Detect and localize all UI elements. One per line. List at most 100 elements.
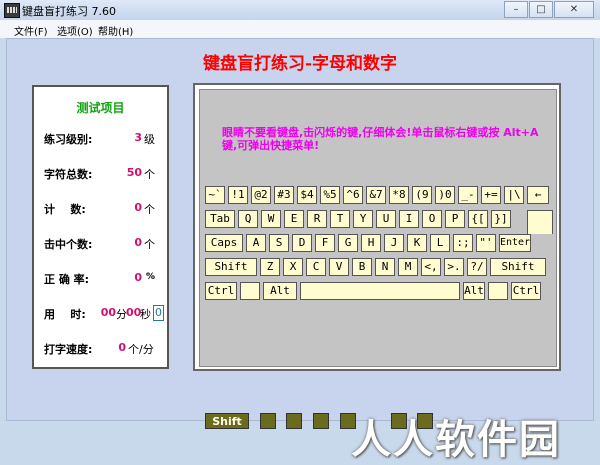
key-symbol[interactable]: "' <box>476 234 496 252</box>
window-title: 键盘盲打练习 7.60 <box>22 5 116 18</box>
count-value: 0 <box>134 201 142 214</box>
key-Tab[interactable]: Tab <box>205 210 235 228</box>
time-minutes: 00 <box>100 306 116 319</box>
hits-value: 0 <box>134 236 142 249</box>
key-8[interactable]: *8 <box>389 186 409 204</box>
key-H[interactable]: H <box>361 234 381 252</box>
key-Ctrl[interactable]: Ctrl <box>511 282 541 300</box>
key-S[interactable]: S <box>269 234 289 252</box>
key-Enter[interactable]: Enter <box>499 234 531 252</box>
menu-file[interactable]: 文件(F) <box>14 23 48 38</box>
key-Alt[interactable]: Alt <box>263 282 297 300</box>
level-label: 练习级别: <box>44 133 93 146</box>
time-seconds: 00 <box>126 306 142 319</box>
page-title: 键盘盲打练习-字母和数字 <box>202 54 398 74</box>
count-unit: 个 <box>144 203 155 216</box>
key-Z[interactable]: Z <box>260 258 280 276</box>
minimize-button[interactable]: – <box>504 1 528 18</box>
key-symbol[interactable]: ← <box>527 186 549 204</box>
key-Q[interactable]: Q <box>238 210 258 228</box>
key-C[interactable]: C <box>306 258 326 276</box>
key-G[interactable]: G <box>338 234 358 252</box>
key-L[interactable]: L <box>430 234 450 252</box>
instruction-text: 眼睛不要看键盘,击闪烁的键,仔细体会!单击鼠标右键或按 Alt+A 键,可弹出快… <box>222 126 539 152</box>
level-value: 3 <box>134 131 142 144</box>
key-1[interactable]: !1 <box>228 186 248 204</box>
key-J[interactable]: J <box>384 234 404 252</box>
speed-value: 0 <box>118 341 126 354</box>
key-K[interactable]: K <box>407 234 427 252</box>
key-Caps[interactable]: Caps <box>205 234 243 252</box>
enter-key-top[interactable] <box>527 210 553 234</box>
close-button[interactable]: ✕ <box>554 1 594 18</box>
menu-bar: 文件(F) 选项(O) 帮助(H) <box>0 20 600 39</box>
key-symbol[interactable]: <, <box>421 258 441 276</box>
key-symbol[interactable]: :; <box>453 234 473 252</box>
key-symbol[interactable]: >. <box>444 258 464 276</box>
key-2[interactable]: @2 <box>251 186 271 204</box>
key-blank[interactable] <box>240 282 260 300</box>
keyboard-app-icon <box>4 3 20 18</box>
key-V[interactable]: V <box>329 258 349 276</box>
key-symbol[interactable]: ?/ <box>467 258 487 276</box>
key-0[interactable]: )0 <box>435 186 455 204</box>
hits-unit: 个 <box>144 238 155 251</box>
key-N[interactable]: N <box>375 258 395 276</box>
total-chars-value: 50 <box>126 166 142 179</box>
key-W[interactable]: W <box>261 210 281 228</box>
key-symbol[interactable]: += <box>481 186 501 204</box>
key-7[interactable]: &7 <box>366 186 386 204</box>
key-symbol[interactable]: |\ <box>504 186 524 204</box>
accuracy-value: 0 <box>134 271 142 284</box>
key-R[interactable]: R <box>307 210 327 228</box>
key-F[interactable]: F <box>315 234 335 252</box>
key-I[interactable]: I <box>399 210 419 228</box>
key-9[interactable]: (9 <box>412 186 432 204</box>
accuracy-label: 正 确 率: <box>44 273 90 286</box>
key-D[interactable]: D <box>292 234 312 252</box>
accuracy-unit: % <box>146 272 156 282</box>
key-Alt[interactable]: Alt <box>463 282 485 300</box>
key-symbol[interactable]: ~` <box>205 186 225 204</box>
key-symbol[interactable]: _- <box>458 186 478 204</box>
key-5[interactable]: %5 <box>320 186 340 204</box>
key-3[interactable]: #3 <box>274 186 294 204</box>
time-tenths: 0 <box>153 305 164 321</box>
speed-label: 打字速度: <box>44 343 93 356</box>
main-area: 键盘盲打练习-字母和数字 测试项目 练习级别: 3 级 字符总数: 50 个 计… <box>6 38 594 463</box>
window-controls: – □ ✕ <box>504 1 594 18</box>
key-B[interactable]: B <box>352 258 372 276</box>
key-Shift[interactable]: Shift <box>205 258 257 276</box>
key-X[interactable]: X <box>283 258 303 276</box>
watermark-text: 人人软件园 <box>351 417 561 463</box>
menu-options[interactable]: 选项(O) <box>57 23 93 38</box>
key-4[interactable]: $4 <box>297 186 317 204</box>
maximize-button[interactable]: □ <box>529 1 553 18</box>
key-E[interactable]: E <box>284 210 304 228</box>
stats-panel-title: 测试项目 <box>76 101 125 115</box>
key-space[interactable] <box>300 282 460 300</box>
key-6[interactable]: ^6 <box>343 186 363 204</box>
key-symbol[interactable]: {[ <box>468 210 488 228</box>
title-bar: 键盘盲打练习 7.60 – □ ✕ <box>0 0 600 21</box>
total-chars-unit: 个 <box>144 168 155 181</box>
count-label: 计 数: <box>44 203 86 216</box>
key-O[interactable]: O <box>422 210 442 228</box>
key-U[interactable]: U <box>376 210 396 228</box>
key-symbol[interactable]: }] <box>491 210 511 228</box>
key-T[interactable]: T <box>330 210 350 228</box>
key-Y[interactable]: Y <box>353 210 373 228</box>
key-Ctrl[interactable]: Ctrl <box>205 282 237 300</box>
key-Shift[interactable]: Shift <box>490 258 546 276</box>
key-A[interactable]: A <box>246 234 266 252</box>
key-blank[interactable] <box>488 282 508 300</box>
menu-help[interactable]: 帮助(H) <box>98 23 133 38</box>
keyboard-panel: 眼睛不要看键盘,击闪烁的键,仔细体会!单击鼠标右键或按 Alt+A 键,可弹出快… <box>199 89 557 367</box>
stats-panel: 测试项目 练习级别: 3 级 字符总数: 50 个 计 数: 0 个 击中个数:… <box>32 85 169 369</box>
level-unit: 级 <box>144 133 155 146</box>
time-sec-unit: 秒 <box>140 308 151 321</box>
speed-unit: 个/分 <box>128 343 154 356</box>
key-M[interactable]: M <box>398 258 418 276</box>
key-P[interactable]: P <box>445 210 465 228</box>
keyboard-area: 眼睛不要看键盘,击闪烁的键,仔细体会!单击鼠标右键或按 Alt+A 键,可弹出快… <box>193 83 561 371</box>
